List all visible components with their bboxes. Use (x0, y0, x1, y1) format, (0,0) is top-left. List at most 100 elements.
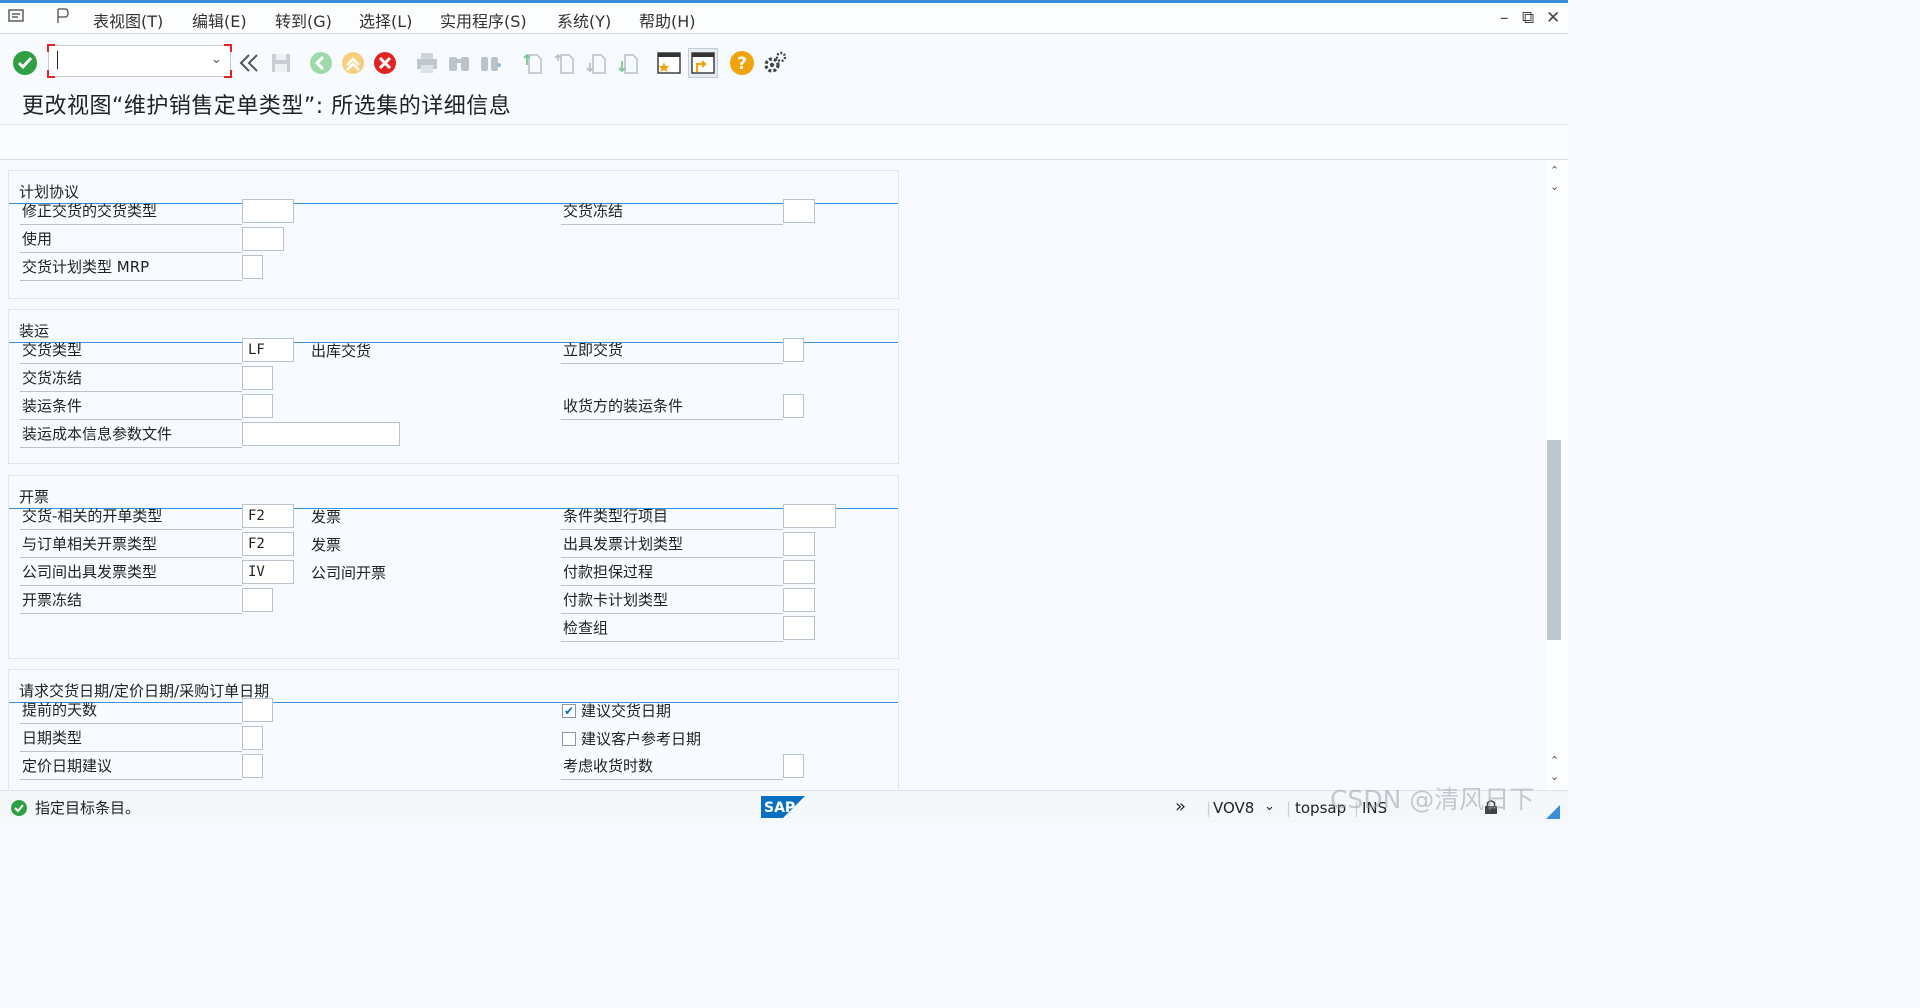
first-page-icon[interactable] (520, 50, 546, 76)
command-field-value (57, 51, 60, 69)
field-delivery-billing-type[interactable]: F2 (242, 504, 294, 528)
label-date-type: 日期类型 (20, 726, 242, 752)
label-ship-to-conditions: 收货方的装运条件 (561, 394, 783, 420)
field-delivery-schedule-type-mrp[interactable] (242, 255, 263, 279)
field-shipping-cost-profile[interactable] (242, 422, 400, 446)
find-next-icon[interactable] (478, 50, 504, 76)
scroll-thumb[interactable] (1547, 440, 1561, 640)
menu-selection[interactable]: 选择(L) (359, 8, 412, 32)
field-schedule-delivery-block[interactable] (783, 199, 815, 223)
label-pricing-date-proposal: 定价日期建议 (20, 754, 242, 780)
label-intercompany-billing-type: 公司间出具发票类型 (20, 560, 242, 586)
label-order-billing-type: 与订单相关开票类型 (20, 532, 242, 558)
group-dates: 请求交货日期/定价日期/采购订单日期 提前的天数 日期类型 定价日期建议 ✔ 建… (8, 669, 899, 790)
field-billing-block[interactable] (242, 588, 273, 612)
page-title: 更改视图“维护销售定单类型”: 所选集的详细信息 (22, 94, 512, 119)
save-icon[interactable] (268, 50, 294, 76)
new-session-icon[interactable] (656, 50, 682, 76)
label-immediate-delivery: 立即交货 (561, 338, 783, 364)
field-lead-time-days[interactable] (242, 698, 273, 722)
label-delivery-billing-type: 交货-相关的开单类型 (20, 504, 242, 530)
more-icon[interactable] (54, 7, 72, 25)
checkbox-propose-customer-ref-date[interactable] (562, 732, 576, 746)
last-page-icon[interactable] (616, 50, 642, 76)
label-shipping-cost-profile: 装运成本信息参数文件 (20, 422, 242, 448)
label-delivery-schedule-type-mrp: 交货计划类型 MRP (20, 255, 242, 281)
label-billing-plan-type: 出具发票计划类型 (561, 532, 783, 558)
field-payment-card-plan-type[interactable] (783, 588, 815, 612)
field-billing-plan-type[interactable] (783, 532, 815, 556)
help-icon[interactable]: ? (729, 50, 755, 76)
system-menu-icon[interactable] (8, 8, 26, 24)
back-icon[interactable] (308, 50, 334, 76)
sap-logo: SAP (761, 796, 805, 818)
print-icon[interactable] (414, 50, 440, 76)
cancel-icon[interactable] (372, 50, 398, 76)
command-field[interactable]: ⌄ (47, 44, 232, 78)
chevron-down-icon[interactable]: ⌄ (211, 52, 222, 67)
resize-grip-icon[interactable] (1546, 805, 1560, 819)
label-shipping-conditions: 装运条件 (20, 394, 242, 420)
back-double-icon[interactable] (236, 50, 262, 76)
vertical-scrollbar[interactable]: ⌃ ⌄ ⌃ ⌄ (1546, 160, 1568, 790)
label-checking-group: 检查组 (561, 616, 783, 642)
label-correction-delivery-type: 修正交货的交货类型 (20, 199, 242, 225)
desc-intercompany-billing-type: 公司间开票 (311, 564, 387, 582)
menu-table-view[interactable]: 表视图(T) (93, 8, 163, 32)
title-bar: 更改视图“维护销售定单类型”: 所选集的详细信息 (0, 86, 1568, 124)
menu-goto[interactable]: 转到(G) (275, 8, 332, 32)
field-order-billing-type[interactable]: F2 (242, 532, 294, 556)
scroll-down-icon[interactable]: ⌄ (1550, 770, 1559, 783)
status-separator: | (1206, 799, 1212, 817)
label-usage: 使用 (20, 227, 242, 253)
group-shipping: 装运 交货类型 LF 出库交货 交货冻结 装运条件 装运成本信息参数文件 立即交… (8, 309, 899, 464)
scroll-down-icon[interactable]: ⌃ (1550, 754, 1559, 767)
shortcut-icon[interactable] (688, 48, 718, 78)
field-intercompany-billing-type[interactable]: IV (242, 560, 294, 584)
field-delivery-type[interactable]: LF (242, 338, 294, 362)
status-message: 指定目标条目。 (35, 799, 141, 817)
label-propose-customer-ref-date: 建议客户参考日期 (581, 730, 702, 748)
close-icon[interactable]: ✕ (1546, 9, 1560, 27)
chevron-down-icon[interactable]: ⌄ (1264, 799, 1275, 814)
label-lead-time-days: 提前的天数 (20, 698, 242, 724)
field-checking-group[interactable] (783, 616, 815, 640)
field-condition-type-line-item[interactable] (783, 504, 836, 528)
field-receiving-hours[interactable] (783, 754, 804, 778)
field-payment-guarantee-procedure[interactable] (783, 560, 815, 584)
field-correction-delivery-type[interactable] (242, 199, 294, 223)
checkbox-propose-delivery-date[interactable]: ✔ (562, 704, 576, 718)
standard-toolbar: ⌄ ? (0, 34, 1568, 90)
scroll-up-icon[interactable]: ⌄ (1550, 180, 1559, 193)
label-delivery-type: 交货类型 (20, 338, 242, 364)
field-immediate-delivery[interactable] (783, 338, 804, 362)
content-area: 计划协议 修正交货的交货类型 使用 交货计划类型 MRP 交货冻结 装运 交货类… (0, 160, 1546, 790)
field-date-type[interactable] (242, 726, 263, 750)
next-page-icon[interactable] (584, 50, 610, 76)
field-shipping-delivery-block[interactable] (242, 366, 273, 390)
exit-icon[interactable] (340, 50, 366, 76)
field-usage[interactable] (242, 227, 284, 251)
minimize-icon[interactable]: – (1500, 9, 1509, 27)
label-payment-card-plan-type: 付款卡计划类型 (561, 588, 783, 614)
restore-icon[interactable]: ⧉ (1522, 9, 1534, 27)
label-condition-type-line-item: 条件类型行项目 (561, 504, 783, 530)
field-pricing-date-proposal[interactable] (242, 754, 263, 778)
find-icon[interactable] (446, 50, 472, 76)
menu-utilities[interactable]: 实用程序(S) (440, 8, 527, 32)
group-schedule-agreement: 计划协议 修正交货的交货类型 使用 交货计划类型 MRP 交货冻结 (8, 170, 899, 299)
status-expand-icon[interactable]: » (1175, 796, 1186, 817)
previous-page-icon[interactable] (552, 50, 578, 76)
menu-system[interactable]: 系统(Y) (557, 8, 611, 32)
field-shipping-conditions[interactable] (242, 394, 273, 418)
svg-text:?: ? (737, 54, 747, 74)
scroll-up-icon[interactable]: ⌃ (1550, 164, 1559, 177)
field-ship-to-conditions[interactable] (783, 394, 804, 418)
menu-edit[interactable]: 编辑(E) (192, 8, 247, 32)
enter-check-icon[interactable] (12, 50, 38, 76)
label-receiving-hours: 考虑收货时数 (561, 754, 783, 780)
customize-layout-icon[interactable] (762, 50, 788, 76)
label-schedule-delivery-block: 交货冻结 (561, 199, 783, 225)
label-propose-delivery-date: 建议交货日期 (581, 702, 672, 720)
menu-help[interactable]: 帮助(H) (639, 8, 696, 32)
